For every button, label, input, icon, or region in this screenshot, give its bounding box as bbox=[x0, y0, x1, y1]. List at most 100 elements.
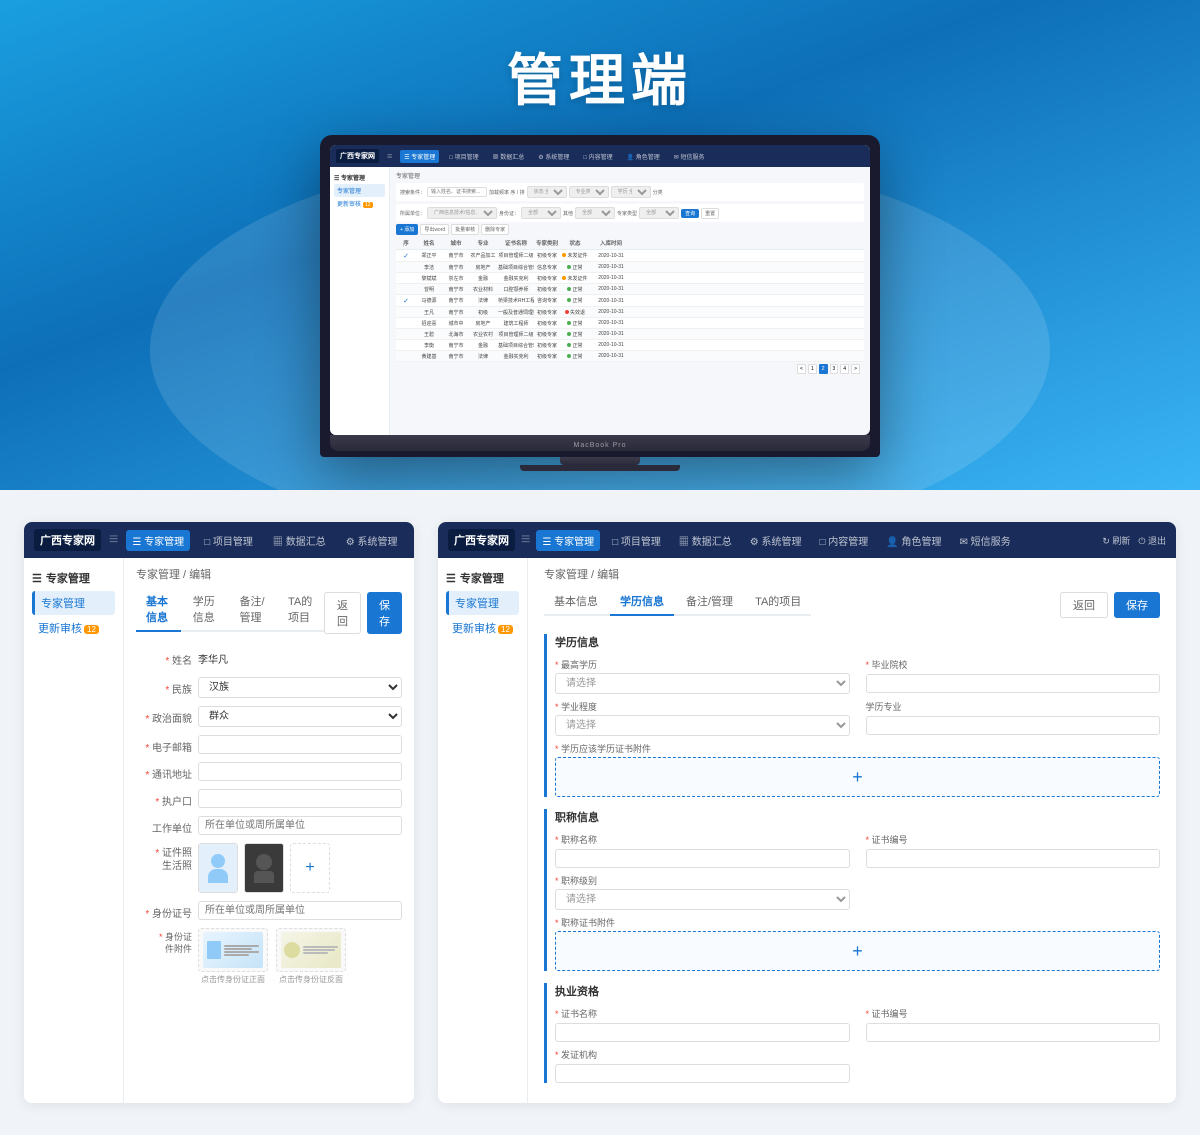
edu-upload-btn[interactable]: + bbox=[555, 757, 1160, 797]
photo-slot-1[interactable] bbox=[198, 843, 238, 893]
title-section-title: 职称信息 bbox=[555, 809, 1160, 825]
laptop-batch-btn[interactable]: 批量审核 bbox=[451, 224, 479, 235]
edu-section-title: 学历信息 bbox=[555, 634, 1160, 650]
right-nav-role[interactable]: 👤 角色管理 bbox=[880, 530, 947, 551]
right-nav-data[interactable]: ▦ 数据汇总 bbox=[673, 530, 738, 551]
title-select-level[interactable]: 请选择 bbox=[555, 889, 850, 910]
laptop-search[interactable] bbox=[427, 187, 487, 197]
id-back-upload[interactable] bbox=[276, 928, 346, 972]
left-nav-project[interactable]: □ 项目管理 bbox=[198, 530, 259, 551]
left-nav-expert[interactable]: ☰ 专家管理 bbox=[126, 530, 190, 551]
laptop-filters1: 搜索条件： 加载频率 序 / 排 状态 全部 专业类别 全部 学历 全部 分类 bbox=[396, 183, 864, 201]
edu-select-level[interactable]: 请选择 bbox=[555, 715, 850, 736]
practice-input-issuer[interactable] bbox=[555, 1064, 850, 1083]
left-sidebar-audit[interactable]: 更新审核12 bbox=[32, 616, 115, 640]
practice-field-empty bbox=[866, 1048, 1161, 1083]
left-form-tabs: 基本信息 学历信息 备注/管理 TA的项目 bbox=[136, 588, 324, 632]
right-sidebar-audit[interactable]: 更新审核12 bbox=[446, 616, 519, 640]
laptop-filter-sel3[interactable]: 学历 全部 bbox=[611, 186, 651, 198]
practice-field-certname: 证书名称 bbox=[555, 1007, 850, 1042]
left-nav-content[interactable]: □ 内容管理 bbox=[411, 530, 414, 551]
laptop-th-time: 入库时间 bbox=[591, 239, 631, 247]
tab-edu[interactable]: 学历信息 bbox=[183, 588, 228, 632]
laptop-search-btn[interactable]: 查询 bbox=[681, 209, 699, 218]
laptop-filter-sel2[interactable]: 专业类别 全部 bbox=[569, 186, 609, 198]
laptop-table-header: 序 姓名 城市 专业 证书名称 专家类别 状态 入库时间 bbox=[396, 237, 864, 250]
left-save-btn[interactable]: 保存 bbox=[367, 592, 402, 634]
input-household[interactable] bbox=[198, 789, 402, 808]
right-nav-right: ↻ 刷新 ⏻ 退出 bbox=[1102, 534, 1166, 547]
right-nav-project[interactable]: □ 项目管理 bbox=[606, 530, 667, 551]
right-nav-sys[interactable]: ⚙ 系统管理 bbox=[744, 530, 808, 551]
select-politics[interactable]: 群众 bbox=[198, 706, 402, 727]
right-tab-edu[interactable]: 学历信息 bbox=[610, 588, 674, 616]
laptop-filter-sel1[interactable]: 状态 全部 bbox=[527, 186, 567, 198]
right-save-btn[interactable]: 保存 bbox=[1114, 592, 1160, 618]
photo-add-btn[interactable]: + bbox=[290, 843, 330, 893]
left-nav-data[interactable]: ▦ 数据汇总 bbox=[267, 530, 332, 551]
title-upload-field: 职称证书附件 + bbox=[555, 916, 1160, 971]
right-nav-content[interactable]: □ 内容管理 bbox=[813, 530, 874, 551]
practice-input-certname[interactable] bbox=[555, 1023, 850, 1042]
label-nation: 民族 bbox=[136, 677, 192, 696]
laptop-delete-btn[interactable]: 删除专家 bbox=[481, 224, 509, 235]
right-logo: 广西专家网 bbox=[448, 529, 515, 551]
bottom-section: 广西专家网 ≡ ☰ 专家管理 □ 项目管理 ▦ 数据汇总 ⚙ 系统管理 □ 内容… bbox=[0, 490, 1200, 1135]
laptop-prev-btn[interactable]: < bbox=[797, 364, 806, 374]
right-sidebar-expert[interactable]: 专家管理 bbox=[446, 591, 519, 615]
right-cancel-btn[interactable]: 返回 bbox=[1060, 592, 1108, 618]
tab-basic[interactable]: 基本信息 bbox=[136, 588, 181, 632]
practice-input-certno[interactable] bbox=[866, 1023, 1161, 1042]
laptop-unit-filter[interactable]: 广西信息技术/信息, 所有 ▼ bbox=[427, 207, 497, 219]
edu-select-degree[interactable]: 请选择 bbox=[555, 673, 850, 694]
right-refresh-btn[interactable]: ↻ 刷新 bbox=[1102, 534, 1130, 547]
hero-section: 管理端 广西专家网 ≡ ☰ 专家管理 □ 项目管理 ▦ 数据汇总 ⚙ 系统管理 … bbox=[0, 0, 1200, 490]
input-idno[interactable] bbox=[198, 901, 402, 920]
laptop-page-1[interactable]: 1 bbox=[808, 364, 817, 374]
laptop-type-filter[interactable]: 全部 bbox=[639, 207, 679, 219]
tab-project[interactable]: TA的项目 bbox=[278, 588, 324, 632]
right-nav-sms[interactable]: ✉ 短信服务 bbox=[954, 530, 1017, 551]
edu-input-major[interactable] bbox=[866, 716, 1161, 735]
label-politics: 政治面貌 bbox=[136, 706, 192, 725]
title-label-level: 职称级别 bbox=[555, 874, 850, 887]
title-input-name[interactable] bbox=[555, 849, 850, 868]
tab-note[interactable]: 备注/管理 bbox=[230, 588, 276, 632]
id-front-upload[interactable] bbox=[198, 928, 268, 972]
table-row: 曾明 南宁市 农业材料 口腔颚养师 初级专家 正常 2020-10-31 bbox=[396, 284, 864, 295]
practice-row-2: 发证机构 bbox=[555, 1048, 1160, 1083]
laptop-page-4[interactable]: 4 bbox=[840, 364, 849, 374]
laptop-id-filter[interactable]: 全部 bbox=[521, 207, 561, 219]
left-sidebar-expert[interactable]: 专家管理 bbox=[32, 591, 115, 615]
edu-row-upload: 学历应该学历证书附件 + bbox=[555, 742, 1160, 797]
input-email[interactable] bbox=[198, 735, 402, 754]
practice-label-issuer: 发证机构 bbox=[555, 1048, 850, 1061]
right-exit-btn[interactable]: ⏻ 退出 bbox=[1138, 534, 1166, 547]
laptop-next-btn[interactable]: > bbox=[851, 364, 860, 374]
laptop-reset-btn[interactable]: 重置 bbox=[701, 208, 719, 219]
photo-slot-2[interactable] bbox=[244, 843, 284, 893]
title-upload-btn[interactable]: + bbox=[555, 931, 1160, 971]
laptop-filters2: 所属单位： 广西信息技术/信息, 所有 ▼ 身份证： 全部 其他 全部 专家类型… bbox=[396, 204, 864, 222]
title-input-certno[interactable] bbox=[866, 849, 1161, 868]
right-tab-project[interactable]: TA的项目 bbox=[745, 588, 811, 616]
laptop-page-2[interactable]: 2 bbox=[819, 364, 828, 374]
laptop-add-btn[interactable]: + 添加 bbox=[396, 224, 418, 235]
input-work[interactable] bbox=[198, 816, 402, 835]
select-nation[interactable]: 汉族 bbox=[198, 677, 402, 698]
input-address[interactable] bbox=[198, 762, 402, 781]
right-tab-note[interactable]: 备注/管理 bbox=[676, 588, 743, 616]
edu-row-2: 学业程度 请选择 学历专业 bbox=[555, 700, 1160, 736]
laptop-page-3[interactable]: 3 bbox=[830, 364, 839, 374]
laptop-export-btn[interactable]: 导出word bbox=[420, 224, 449, 235]
right-nav-expert[interactable]: ☰ 专家管理 bbox=[536, 530, 600, 551]
label-photos: 证件照生活照 bbox=[136, 843, 192, 873]
laptop-other-filter[interactable]: 全部 bbox=[575, 207, 615, 219]
edu-input-school[interactable] bbox=[866, 674, 1161, 693]
left-nav-sys[interactable]: ⚙ 系统管理 bbox=[340, 530, 404, 551]
laptop-mockup: 广西专家网 ≡ ☰ 专家管理 □ 项目管理 ▦ 数据汇总 ⚙ 系统管理 □ 内容… bbox=[320, 135, 880, 471]
right-tab-basic[interactable]: 基本信息 bbox=[544, 588, 608, 616]
left-cancel-btn[interactable]: 返回 bbox=[324, 592, 361, 634]
practice-field-certno: 证书编号 bbox=[866, 1007, 1161, 1042]
id-back-label: 点击传身份证反面 bbox=[279, 974, 343, 985]
